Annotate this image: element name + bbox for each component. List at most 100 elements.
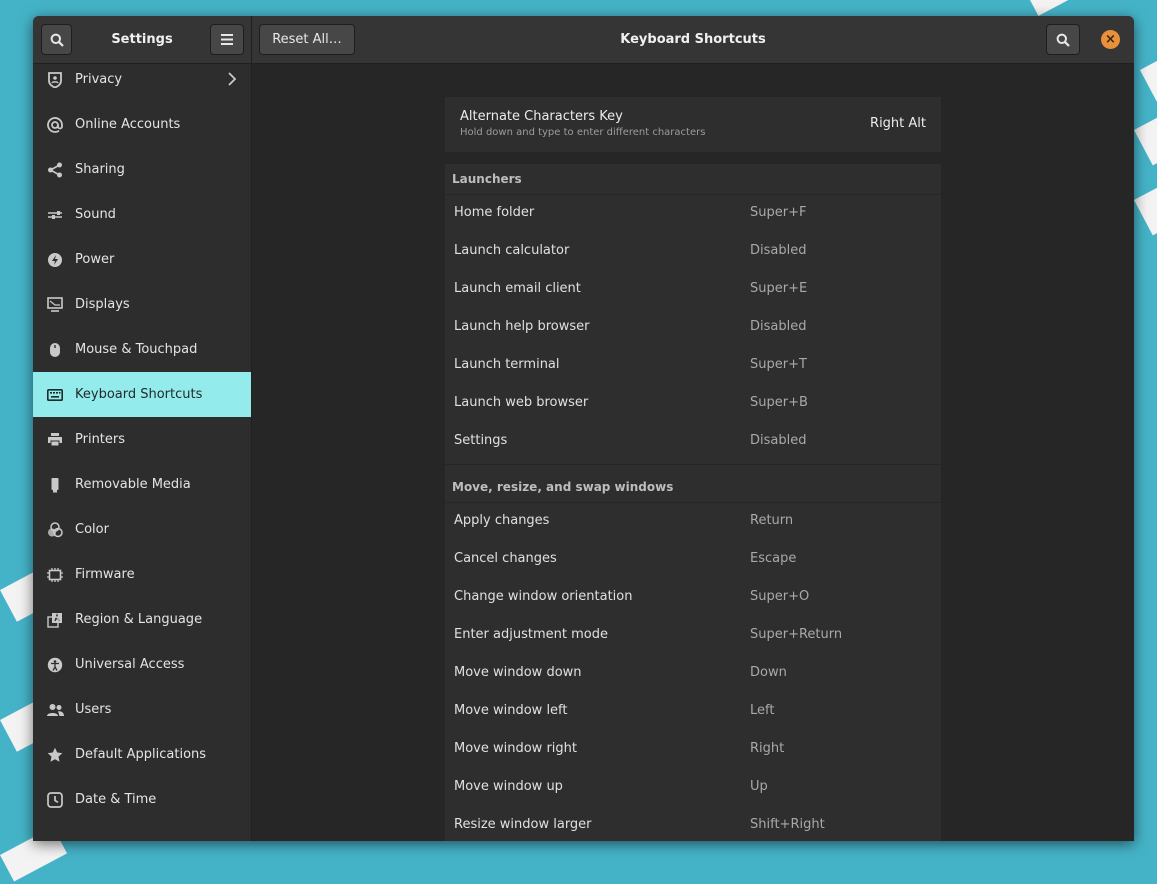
shortcut-accel[interactable]: Super+F xyxy=(750,194,806,232)
sidebar-item-power[interactable]: Power xyxy=(33,237,251,282)
sidebar-item-label: Online Accounts xyxy=(75,117,181,132)
shortcut-row[interactable]: Home folder Super+F xyxy=(445,194,941,232)
page-title: Keyboard Shortcuts xyxy=(620,32,766,47)
alternate-characters-row[interactable]: Alternate Characters Key Hold down and t… xyxy=(445,97,941,152)
shortcut-accel[interactable]: Super+Return xyxy=(750,616,842,654)
sidebar-item-label: Sound xyxy=(75,207,116,222)
reset-all-button[interactable]: Reset All… xyxy=(259,24,355,55)
shortcut-label: Enter adjustment mode xyxy=(454,627,608,642)
shortcut-row[interactable]: Launch email client Super+E xyxy=(445,270,941,308)
sidebar-item-label: Keyboard Shortcuts xyxy=(75,387,203,402)
sidebar-item-mouse-touchpad[interactable]: Mouse & Touchpad xyxy=(33,327,251,372)
color-icon xyxy=(46,521,64,539)
shortcut-row[interactable]: Enter adjustment mode Super+Return xyxy=(445,616,941,654)
clock-icon xyxy=(46,791,64,809)
sidebar-item-printers[interactable]: Printers xyxy=(33,417,251,462)
privacy-icon xyxy=(46,71,64,89)
sidebar-item-sound[interactable]: Sound xyxy=(33,192,251,237)
shortcut-row[interactable]: Move window down Down xyxy=(445,654,941,692)
shortcut-row[interactable]: Apply changes Return xyxy=(445,502,941,540)
shortcut-accel[interactable]: Super+T xyxy=(750,346,807,384)
sidebar-item-firmware[interactable]: Firmware xyxy=(33,552,251,597)
share-icon xyxy=(46,161,64,179)
shortcut-label: Launch web browser xyxy=(454,395,589,410)
shortcut-label: Move window down xyxy=(454,665,582,680)
shortcut-label: Change window orientation xyxy=(454,589,633,604)
printer-icon xyxy=(46,431,64,449)
alt-key-title: Alternate Characters Key xyxy=(460,109,623,124)
chip-icon xyxy=(46,566,64,584)
accessibility-icon xyxy=(46,656,64,674)
sidebar-item-label: Universal Access xyxy=(75,657,185,672)
sidebar-item-keyboard-shortcuts[interactable]: Keyboard Shortcuts xyxy=(33,372,251,417)
users-icon xyxy=(46,701,64,719)
shortcut-label: Move window left xyxy=(454,703,568,718)
shortcut-label: Settings xyxy=(454,433,508,448)
sidebar-item-privacy[interactable]: Privacy xyxy=(33,64,251,102)
shortcut-row[interactable]: Settings Disabled xyxy=(445,422,941,460)
sidebar-item-users[interactable]: Users xyxy=(33,687,251,732)
shortcut-label: Move window up xyxy=(454,779,563,794)
sidebar-item-label: Date & Time xyxy=(75,792,157,807)
shortcut-search-button[interactable] xyxy=(1046,24,1080,55)
sidebar-item-sharing[interactable]: Sharing xyxy=(33,147,251,192)
sidebar-item-online-accounts[interactable]: Online Accounts xyxy=(33,102,251,147)
menu-button[interactable] xyxy=(210,24,244,55)
close-button[interactable]: × xyxy=(1101,30,1120,49)
shortcut-accel[interactable]: Escape xyxy=(750,540,796,578)
sidebar-search-button[interactable] xyxy=(41,24,72,55)
sidebar-item-universal-access[interactable]: Universal Access xyxy=(33,642,251,687)
shortcut-row[interactable]: Move window left Left xyxy=(445,692,941,730)
shortcut-row[interactable]: Launch web browser Super+B xyxy=(445,384,941,422)
shortcut-row[interactable]: Move window up Up xyxy=(445,768,941,806)
sidebar-item-label: Default Applications xyxy=(75,747,207,762)
shortcut-accel[interactable]: Up xyxy=(750,768,768,806)
sidebar-item-label: Mouse & Touchpad xyxy=(75,342,198,357)
shortcuts-content: Alternate Characters Key Hold down and t… xyxy=(252,64,1134,841)
section-title: Move, resize, and swap windows xyxy=(452,480,674,494)
shortcut-row[interactable]: Launch help browser Disabled xyxy=(445,308,941,346)
shortcut-accel[interactable]: Super+E xyxy=(750,270,807,308)
shortcut-label: Home folder xyxy=(454,205,535,220)
usb-icon xyxy=(46,476,64,494)
sidebar-item-date-time[interactable]: Date & Time xyxy=(33,777,251,822)
headerbar-divider xyxy=(251,16,252,63)
shortcut-row[interactable]: Cancel changes Escape xyxy=(445,540,941,578)
shortcut-accel[interactable]: Right xyxy=(750,730,784,768)
shortcut-accel[interactable]: Left xyxy=(750,692,774,730)
sidebar-item-displays[interactable]: Displays xyxy=(33,282,251,327)
shortcut-accel[interactable]: Return xyxy=(750,502,793,540)
sidebar-item-removable-media[interactable]: Removable Media xyxy=(33,462,251,507)
background-stripe xyxy=(1134,171,1157,236)
sidebar: Privacy Online Accounts Sharing Sound Po… xyxy=(33,64,252,841)
alt-key-value[interactable]: Right Alt xyxy=(870,116,926,131)
shortcut-row[interactable]: Move window right Right xyxy=(445,730,941,768)
sound-icon xyxy=(46,206,64,224)
shortcut-accel[interactable]: Disabled xyxy=(750,422,806,460)
shortcut-row[interactable]: Change window orientation Super+O xyxy=(445,578,941,616)
background-stripe xyxy=(1030,0,1157,16)
at-icon xyxy=(46,116,64,134)
shortcut-accel[interactable]: Disabled xyxy=(750,308,806,346)
shortcut-row[interactable]: Launch calculator Disabled xyxy=(445,232,941,270)
sidebar-item-color[interactable]: Color xyxy=(33,507,251,552)
shortcut-accel[interactable]: Super+O xyxy=(750,578,809,616)
shortcut-label: Launch email client xyxy=(454,281,581,296)
shortcut-accel[interactable]: Down xyxy=(750,654,787,692)
shortcut-row[interactable]: Resize window larger Shift+Right xyxy=(445,806,941,841)
shortcut-row[interactable]: Launch terminal Super+T xyxy=(445,346,941,384)
sidebar-item-label: Region & Language xyxy=(75,612,203,627)
chevron-right-icon xyxy=(228,72,237,86)
display-icon xyxy=(46,296,64,314)
shortcut-label: Launch terminal xyxy=(454,357,560,372)
sidebar-item-default-applications[interactable]: Default Applications xyxy=(33,732,251,777)
shortcut-accel[interactable]: Super+B xyxy=(750,384,808,422)
background-stripe xyxy=(1140,41,1157,106)
sidebar-item-label: Users xyxy=(75,702,112,717)
sidebar-item-region-language[interactable]: Region & Language xyxy=(33,597,251,642)
sidebar-item-label: Displays xyxy=(75,297,130,312)
shortcut-accel[interactable]: Disabled xyxy=(750,232,806,270)
shortcut-accel[interactable]: Shift+Right xyxy=(750,806,825,841)
sidebar-title: Settings xyxy=(111,32,173,47)
sidebar-item-label: Privacy xyxy=(75,72,123,87)
